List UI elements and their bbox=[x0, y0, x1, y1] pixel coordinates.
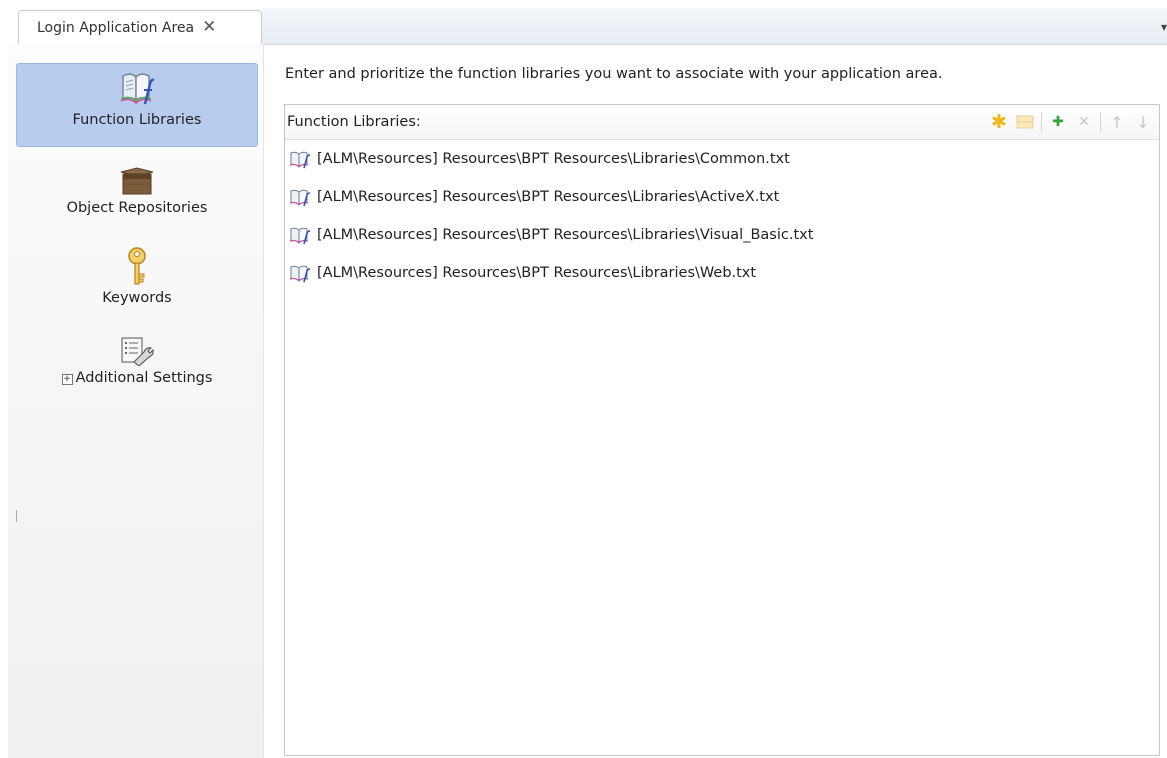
tab-title: Login Application Area bbox=[37, 19, 195, 36]
sidebar-resize-grip[interactable] bbox=[16, 510, 17, 522]
box-icon bbox=[119, 166, 155, 196]
sidebar-item-label: Additional Settings bbox=[75, 370, 213, 386]
move-up-icon[interactable]: ↑ bbox=[1107, 112, 1127, 132]
list-item[interactable]: [ALM\Resources] Resources\BPT Resources\… bbox=[285, 140, 1159, 178]
toolbar: ✱ ✚ ✕ ↑ ↓ bbox=[989, 111, 1153, 133]
key-icon bbox=[126, 246, 148, 286]
sidebar-item-additional-settings[interactable]: + Additional Settings bbox=[16, 334, 258, 400]
sidebar-item-label: Object Repositories bbox=[66, 200, 208, 216]
function-library-icon bbox=[119, 64, 155, 108]
function-library-icon bbox=[289, 265, 311, 283]
sidebar-item-label: Function Libraries bbox=[72, 112, 202, 128]
function-library-icon bbox=[289, 227, 311, 245]
list-item[interactable]: [ALM\Resources] Resources\BPT Resources\… bbox=[285, 178, 1159, 216]
library-path: [ALM\Resources] Resources\BPT Resources\… bbox=[317, 189, 780, 205]
move-down-icon[interactable]: ↓ bbox=[1133, 112, 1153, 132]
add-library-icon[interactable]: ✚ bbox=[1048, 112, 1068, 132]
list-item[interactable]: [ALM\Resources] Resources\BPT Resources\… bbox=[285, 216, 1159, 254]
library-path: [ALM\Resources] Resources\BPT Resources\… bbox=[317, 151, 790, 167]
library-list: [ALM\Resources] Resources\BPT Resources\… bbox=[285, 140, 1159, 292]
sidebar-item-function-libraries[interactable]: Function Libraries bbox=[16, 63, 258, 147]
toolbar-separator bbox=[1041, 112, 1042, 132]
toolbar-separator bbox=[1100, 112, 1101, 132]
function-libraries-panel: Function Libraries: ✱ ✚ ✕ ↑ ↓ [ALM\Resou… bbox=[284, 104, 1160, 756]
list-item[interactable]: [ALM\Resources] Resources\BPT Resources\… bbox=[285, 254, 1159, 292]
panel-title: Function Libraries: bbox=[287, 114, 421, 130]
sidebar-item-object-repositories[interactable]: Object Repositories bbox=[16, 166, 258, 232]
tab-login-application-area[interactable]: Login Application Area ✕ bbox=[18, 10, 262, 44]
tab-menu-icon[interactable]: ▾ bbox=[1161, 20, 1167, 34]
remove-library-icon[interactable]: ✕ bbox=[1074, 112, 1094, 132]
edit-library-icon[interactable] bbox=[1015, 112, 1035, 132]
sidebar-item-keywords[interactable]: Keywords bbox=[16, 246, 258, 316]
function-library-icon bbox=[289, 151, 311, 169]
instructions-text: Enter and prioritize the function librar… bbox=[285, 66, 943, 82]
tab-strip-bar bbox=[262, 8, 1167, 45]
panel-header: Function Libraries: ✱ ✚ ✕ ↑ ↓ bbox=[285, 105, 1159, 140]
function-library-icon bbox=[289, 189, 311, 207]
library-path: [ALM\Resources] Resources\BPT Resources\… bbox=[317, 265, 757, 281]
expand-icon[interactable]: + bbox=[61, 374, 73, 385]
sidebar-item-label-row: + Additional Settings bbox=[61, 370, 213, 386]
new-library-icon[interactable]: ✱ bbox=[989, 111, 1009, 133]
tab-strip: Login Application Area ✕ ▾ bbox=[0, 0, 1167, 45]
sidebar: Function Libraries Object Repositories K… bbox=[8, 44, 264, 758]
sidebar-item-label: Keywords bbox=[102, 290, 172, 306]
library-path: [ALM\Resources] Resources\BPT Resources\… bbox=[317, 227, 814, 243]
settings-list-icon bbox=[120, 334, 154, 366]
close-icon[interactable]: ✕ bbox=[202, 19, 216, 36]
